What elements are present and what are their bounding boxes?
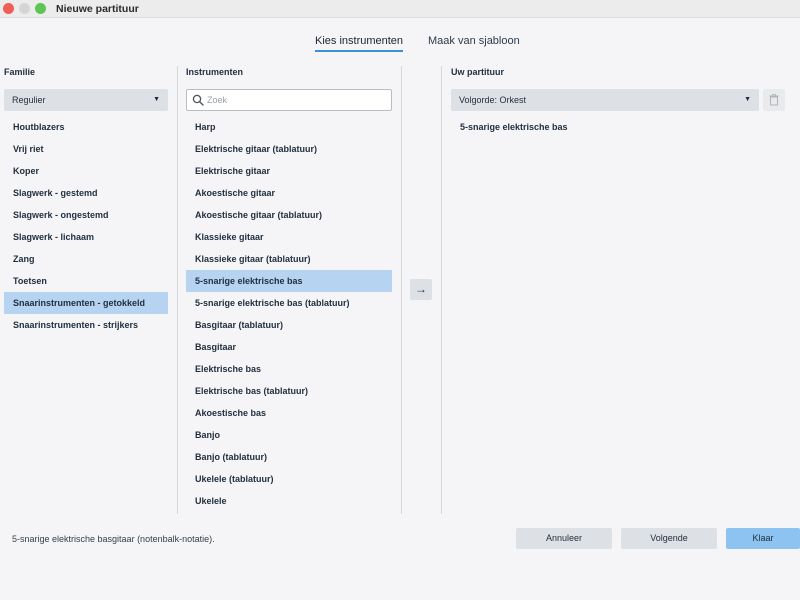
family-list-item[interactable]: Koper bbox=[4, 160, 168, 182]
instrument-list-item[interactable]: Elektrische gitaar (tablatuur) bbox=[186, 138, 392, 160]
instrument-list-item[interactable]: 5-snarige elektrische bas bbox=[186, 270, 392, 292]
family-list-item[interactable]: Vrij riet bbox=[4, 138, 168, 160]
instrument-list-item[interactable]: Akoestische gitaar bbox=[186, 182, 392, 204]
divider bbox=[177, 66, 178, 514]
family-list-item[interactable]: Zang bbox=[4, 248, 168, 270]
instrument-list-item[interactable]: Ukelele (tablatuur) bbox=[186, 468, 392, 490]
arrow-right-icon: → bbox=[415, 282, 427, 296]
instrument-list-item[interactable]: Akoestische gitaar (tablatuur) bbox=[186, 204, 392, 226]
instrument-list-item[interactable]: Klassieke gitaar (tablatuur) bbox=[186, 248, 392, 270]
order-dropdown-value: Volgorde: Orkest bbox=[459, 95, 527, 105]
family-list-item[interactable]: Slagwerk - lichaam bbox=[4, 226, 168, 248]
caret-down-icon: ▼ bbox=[153, 96, 160, 103]
instrument-list-item[interactable]: Harp bbox=[186, 116, 392, 138]
instrument-list: Harp Elektrische gitaar (tablatuur) Elektr… bbox=[186, 116, 392, 512]
score-header: Uw partituur bbox=[451, 67, 504, 77]
instrument-list-item[interactable]: Akoestische bas bbox=[186, 402, 392, 424]
instrument-list-item[interactable]: Basgitaar bbox=[186, 336, 392, 358]
family-header: Familie bbox=[4, 67, 36, 77]
score-list: 5-snarige elektrische bas bbox=[451, 116, 781, 138]
search-input[interactable] bbox=[207, 92, 387, 108]
family-list: Houtblazers Vrij riet Koper Slagwerk - gest… bbox=[4, 116, 168, 336]
family-list-item[interactable]: Slagwerk - gestemd bbox=[4, 182, 168, 204]
caret-down-icon: ▼ bbox=[744, 96, 751, 103]
family-dropdown-value: Regulier bbox=[12, 95, 46, 105]
close-window-button[interactable] bbox=[3, 3, 14, 14]
instrument-list-item[interactable]: Ukelele bbox=[186, 490, 392, 512]
maximize-window-button[interactable] bbox=[35, 3, 46, 14]
instrument-list-item[interactable]: Basgitaar (tablatuur) bbox=[186, 314, 392, 336]
instrument-list-item[interactable]: Elektrische bas (tablatuur) bbox=[186, 380, 392, 402]
instruments-header: Instrumenten bbox=[186, 67, 244, 77]
divider bbox=[401, 66, 402, 514]
status-text: 5-snarige elektrische basgitaar (notenba… bbox=[12, 534, 215, 544]
family-list-item[interactable]: Toetsen bbox=[4, 270, 168, 292]
add-to-score-button[interactable]: → bbox=[410, 279, 432, 300]
family-dropdown[interactable]: Regulier ▼ bbox=[4, 89, 168, 111]
delete-button[interactable] bbox=[763, 89, 785, 111]
instrument-list-item[interactable]: 5-snarige elektrische bas (tablatuur) bbox=[186, 292, 392, 314]
instrument-list-item[interactable]: Elektrische gitaar bbox=[186, 160, 392, 182]
order-dropdown[interactable]: Volgorde: Orkest ▼ bbox=[451, 89, 759, 111]
window-title: Nieuwe partituur bbox=[56, 3, 139, 15]
cancel-button[interactable]: Annuleer bbox=[516, 528, 612, 549]
trash-icon bbox=[769, 94, 779, 106]
tab-from-template[interactable]: Maak van sjabloon bbox=[428, 34, 520, 52]
score-list-item[interactable]: 5-snarige elektrische bas bbox=[451, 116, 781, 138]
family-list-item[interactable]: Slagwerk - ongestemd bbox=[4, 204, 168, 226]
family-list-item[interactable]: Houtblazers bbox=[4, 116, 168, 138]
tab-choose-instruments[interactable]: Kies instrumenten bbox=[315, 34, 404, 52]
tab-bar: Kies instrumenten Maak van sjabloon bbox=[0, 34, 800, 54]
instrument-list-item[interactable]: Banjo bbox=[186, 424, 392, 446]
done-button[interactable]: Klaar bbox=[726, 528, 800, 549]
title-bar: Nieuwe partituur bbox=[0, 0, 800, 18]
instrument-list-item[interactable]: Elektrische bas bbox=[186, 358, 392, 380]
minimize-window-button[interactable] bbox=[19, 3, 30, 14]
divider bbox=[441, 66, 442, 514]
next-button[interactable]: Volgende bbox=[621, 528, 717, 549]
search-icon bbox=[192, 94, 204, 106]
instrument-list-item[interactable]: Klassieke gitaar bbox=[186, 226, 392, 248]
search-box[interactable] bbox=[186, 89, 392, 111]
family-list-item[interactable]: Snaarinstrumenten - getokkeld bbox=[4, 292, 168, 314]
family-list-item[interactable]: Snaarinstrumenten - strijkers bbox=[4, 314, 168, 336]
instrument-list-item[interactable]: Banjo (tablatuur) bbox=[186, 446, 392, 468]
